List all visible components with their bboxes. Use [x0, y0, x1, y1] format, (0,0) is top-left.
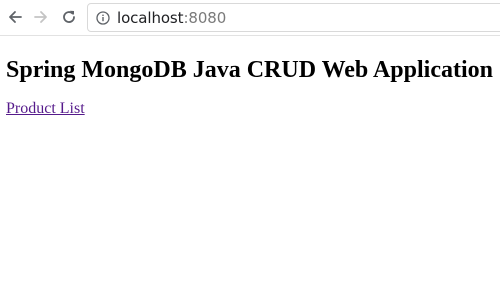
reload-button[interactable] — [58, 6, 80, 28]
product-list-link[interactable]: Product List — [6, 99, 85, 119]
url-port: :8080 — [183, 8, 227, 27]
page-content: Spring MongoDB Java CRUD Web Application… — [0, 36, 500, 301]
arrow-right-icon — [33, 9, 49, 25]
forward-button[interactable] — [30, 6, 52, 28]
url-host: localhost — [117, 8, 184, 27]
page-title: Spring MongoDB Java CRUD Web Application — [6, 57, 493, 83]
info-icon[interactable] — [96, 10, 110, 25]
browser-toolbar: localhost:8080 — [0, 0, 500, 36]
address-bar[interactable]: localhost:8080 — [87, 3, 500, 32]
back-button[interactable] — [4, 6, 26, 28]
url-text[interactable]: localhost:8080 — [117, 9, 226, 27]
reload-icon — [61, 9, 77, 25]
arrow-left-icon — [7, 9, 23, 25]
